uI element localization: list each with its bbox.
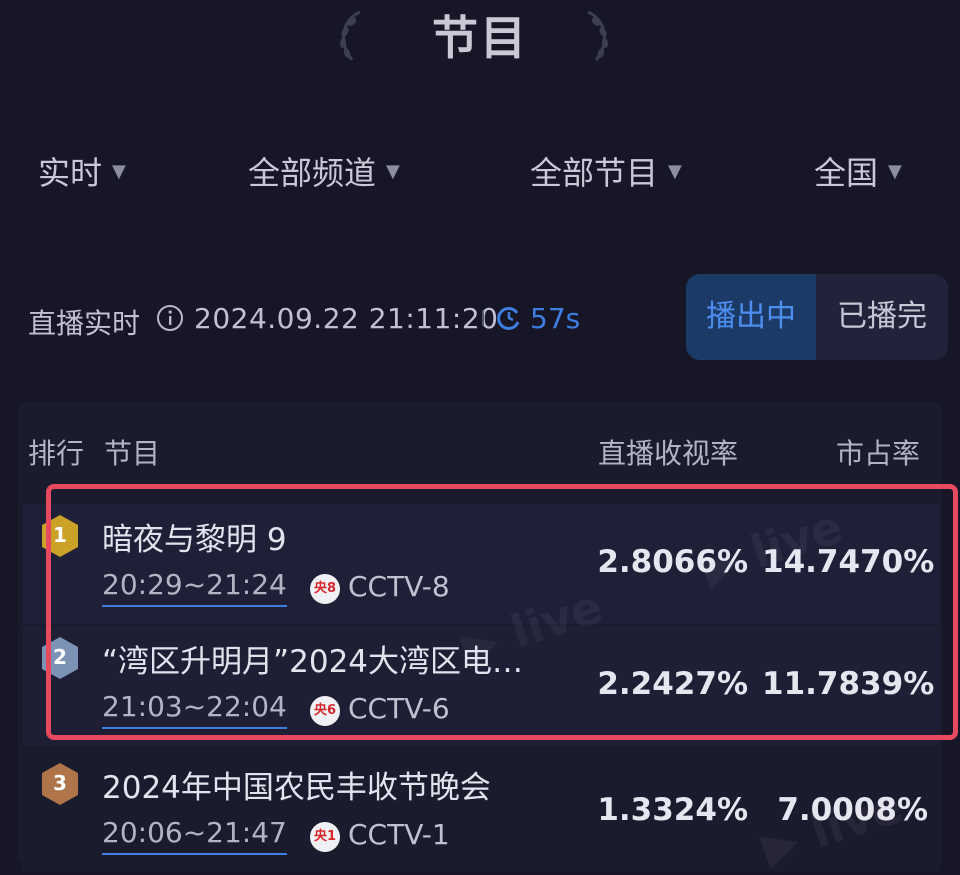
filter-region[interactable]: 全国 ▼ [814, 148, 902, 194]
rank-badge: 1 [40, 514, 80, 558]
rank-number: 1 [53, 523, 67, 547]
live-timestamp: 2024.09.22 21:11:20 [194, 302, 499, 335]
rank-badge: 3 [40, 762, 80, 806]
filter-bar: 实时 ▼ 全部频道 ▼ 全部节目 ▼ 全国 ▼ [0, 148, 960, 198]
column-header-rank: 排行 [28, 437, 85, 470]
dropdown-triangle-icon: ▼ [888, 160, 902, 182]
status-divider [482, 310, 484, 326]
channel-name: CCTV-1 [348, 818, 450, 851]
channel-logo-icon: 央8 [310, 574, 340, 604]
dropdown-triangle-icon: ▼ [386, 160, 400, 182]
live-status-bar: 直播实时 2024.09.22 21:11:20 57s 播出中 已播完 [0, 274, 960, 360]
program-title[interactable]: “湾区升明月”2024大湾区电… [102, 636, 523, 681]
column-header-program: 节目 [104, 437, 161, 470]
filter-time-label: 实时 [38, 154, 103, 192]
market-share: 14.7470% [762, 544, 935, 580]
info-icon[interactable] [156, 304, 184, 332]
dropdown-triangle-icon: ▼ [112, 160, 126, 182]
live-rating: 1.3324% [597, 792, 748, 828]
filter-channel[interactable]: 全部频道 ▼ [248, 148, 400, 194]
live-rating: 2.8066% [597, 544, 748, 580]
filter-program[interactable]: 全部节目 ▼ [530, 148, 682, 194]
column-header-share: 市占率 [836, 437, 921, 470]
table-row[interactable]: 1 暗夜与黎明 9 20:29~21:24 央8 CCTV-8 2.8066% … [22, 504, 940, 624]
broadcast-status-toggle: 播出中 已播完 [686, 274, 948, 360]
table-row[interactable]: 2 “湾区升明月”2024大湾区电… 21:03~22:04 央6 CCTV-6… [22, 626, 940, 746]
tab-on-air[interactable]: 播出中 [686, 274, 816, 360]
page-header: 节目 [0, 0, 960, 80]
laurel-right-icon [587, 10, 609, 61]
rank-number: 3 [53, 771, 67, 795]
program-title[interactable]: 暗夜与黎明 9 [102, 514, 287, 559]
rank-number: 2 [53, 645, 67, 669]
market-share: 7.0008% [777, 792, 928, 828]
dropdown-triangle-icon: ▼ [668, 160, 682, 182]
live-rating: 2.2427% [597, 666, 748, 702]
refresh-countdown[interactable]: 57s [530, 302, 580, 335]
channel-logo-icon: 央6 [310, 696, 340, 726]
filter-region-label: 全国 [814, 154, 879, 192]
filter-channel-label: 全部频道 [248, 154, 377, 192]
tab-finished[interactable]: 已播完 [816, 274, 948, 360]
page-title: 节目 [432, 11, 528, 65]
table-row[interactable]: 3 2024年中国农民丰收节晚会 20:06~21:47 央1 CCTV-1 1… [22, 752, 940, 872]
channel-logo-icon: 央1 [310, 822, 340, 852]
channel-name: CCTV-8 [348, 570, 450, 603]
live-label: 直播实时 [28, 307, 141, 340]
program-time: 20:29~21:24 [102, 568, 287, 607]
rank-badge: 2 [40, 636, 80, 680]
refresh-icon[interactable] [496, 305, 522, 331]
column-header-rating: 直播收视率 [598, 437, 739, 470]
filter-program-label: 全部节目 [530, 154, 659, 192]
program-title[interactable]: 2024年中国农民丰收节晚会 [102, 762, 491, 807]
market-share: 11.7839% [762, 666, 935, 702]
program-time: 21:03~22:04 [102, 690, 287, 729]
program-time: 20:06~21:47 [102, 816, 287, 855]
channel-name: CCTV-6 [348, 692, 450, 725]
filter-time[interactable]: 实时 ▼ [38, 148, 126, 194]
